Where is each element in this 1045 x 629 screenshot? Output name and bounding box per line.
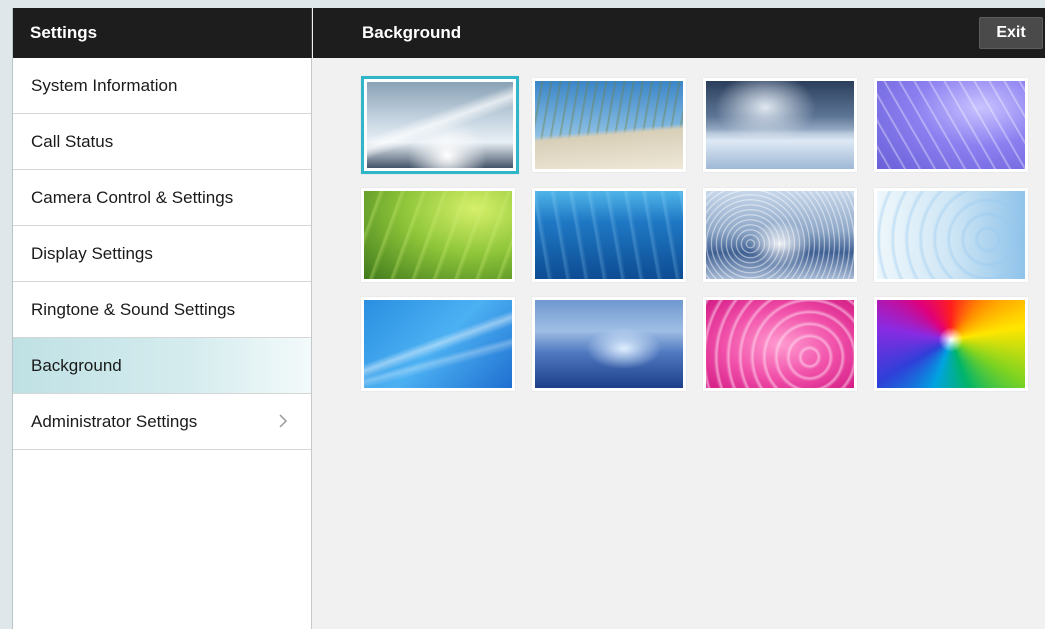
sidebar-item-label: Administrator Settings [31,411,198,431]
wallpaper-image [706,81,854,169]
sidebar-item-label: Call Status [31,131,114,151]
background-gallery [313,58,1045,629]
background-thumbnail-1[interactable] [361,76,519,174]
background-thumbnail-9[interactable] [361,297,515,391]
settings-window: Settings Background Exit System Informat… [12,8,1045,629]
background-thumbnail-4[interactable] [874,78,1028,172]
background-thumbnail-5[interactable] [361,188,515,282]
sidebar-item-label: Display Settings [31,243,153,263]
wallpaper-image [877,300,1025,388]
sidebar-item-call-status[interactable]: Call Status [13,114,311,170]
sidebar-item-label: Ringtone & Sound Settings [31,299,236,319]
page-title: Background [362,23,462,42]
background-thumbnail-2[interactable] [532,78,686,172]
wallpaper-image [535,81,683,169]
sidebar-title: Settings [30,23,98,42]
sidebar-item-background[interactable]: Background [13,338,311,394]
sidebar-item-system-information[interactable]: System Information [13,58,311,114]
wallpaper-image [364,191,512,279]
content-header: Background Exit [313,8,1045,58]
sidebar-item-label: Camera Control & Settings [31,187,234,207]
sidebar-header: Settings [13,8,312,58]
chevron-right-icon [279,414,288,428]
background-thumbnail-8[interactable] [874,188,1028,282]
sidebar-item-display-settings[interactable]: Display Settings [13,226,311,282]
background-thumbnail-7[interactable] [703,188,857,282]
sidebar-item-administrator-settings[interactable]: Administrator Settings [13,394,311,450]
sidebar: System Information Call Status Camera Co… [13,58,312,629]
background-thumbnail-11[interactable] [703,297,857,391]
wallpaper-image [535,300,683,388]
wallpaper-image [877,81,1025,169]
wallpaper-image [706,300,854,388]
sidebar-item-label: System Information [31,75,178,95]
background-thumbnail-12[interactable] [874,297,1028,391]
exit-button[interactable]: Exit [979,17,1043,49]
sidebar-item-ringtone-sound[interactable]: Ringtone & Sound Settings [13,282,311,338]
wallpaper-image [364,300,512,388]
wallpaper-image [877,191,1025,279]
wallpaper-image [535,191,683,279]
background-thumbnail-6[interactable] [532,188,686,282]
wallpaper-image [367,82,513,168]
sidebar-item-camera-control[interactable]: Camera Control & Settings [13,170,311,226]
background-thumbnail-10[interactable] [532,297,686,391]
sidebar-item-label: Background [31,355,122,375]
background-thumbnail-3[interactable] [703,78,857,172]
wallpaper-image [706,191,854,279]
